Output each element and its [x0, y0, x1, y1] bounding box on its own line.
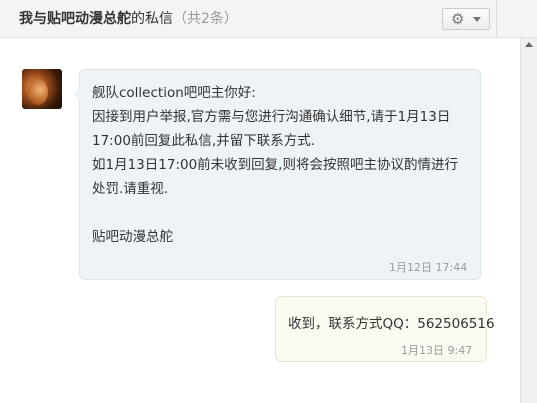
gear-icon: ⚙: [451, 10, 465, 28]
avatar-image: [28, 79, 48, 105]
bubble-tail: [73, 88, 80, 100]
caret-down-icon: [473, 17, 481, 22]
conversation-partner-name[interactable]: 我与贴吧动漫总舵: [19, 11, 131, 27]
message-signature: 贴吧动漫总舵: [92, 229, 173, 245]
message-line: 处罚.请重视.: [92, 181, 169, 197]
scroll-up-arrow-icon[interactable]: [525, 42, 533, 47]
message-timestamp: 1月12日 17:44: [389, 261, 468, 274]
title-suffix: 的私信: [131, 11, 173, 27]
message-timestamp: 1月13日 9:47: [401, 344, 473, 357]
conversation-header: 我与贴吧动漫总舵的私信（共2条） ⚙: [0, 0, 537, 38]
message-line: 17:00前回复此私信,并留下联系方式.: [92, 133, 315, 149]
message-line: 因接到用户举报,官方需与您进行沟通确认细节,请于1月13日: [92, 109, 451, 125]
received-message-bubble: 舰队collection吧吧主你好: 因接到用户举报,官方需与您进行沟通确认细节…: [73, 69, 481, 280]
message-text: 收到，联系方式QQ：562506516: [288, 316, 495, 332]
settings-dropdown-button[interactable]: ⚙: [442, 8, 490, 30]
vertical-scrollbar[interactable]: [520, 38, 537, 403]
message-line: 舰队collection吧吧主你好:: [92, 85, 256, 101]
header-divider: [496, 0, 497, 38]
message-line: 如1月13日17:00前未收到回复,则将会按照吧主协议酌情进行: [92, 157, 458, 173]
conversation-title: 我与贴吧动漫总舵的私信（共2条）: [19, 10, 238, 28]
sent-message-bubble: 收到，联系方式QQ：562506516 1月13日 9:47: [275, 296, 495, 362]
sender-avatar[interactable]: [22, 69, 62, 109]
message-count: （共2条）: [173, 11, 238, 27]
